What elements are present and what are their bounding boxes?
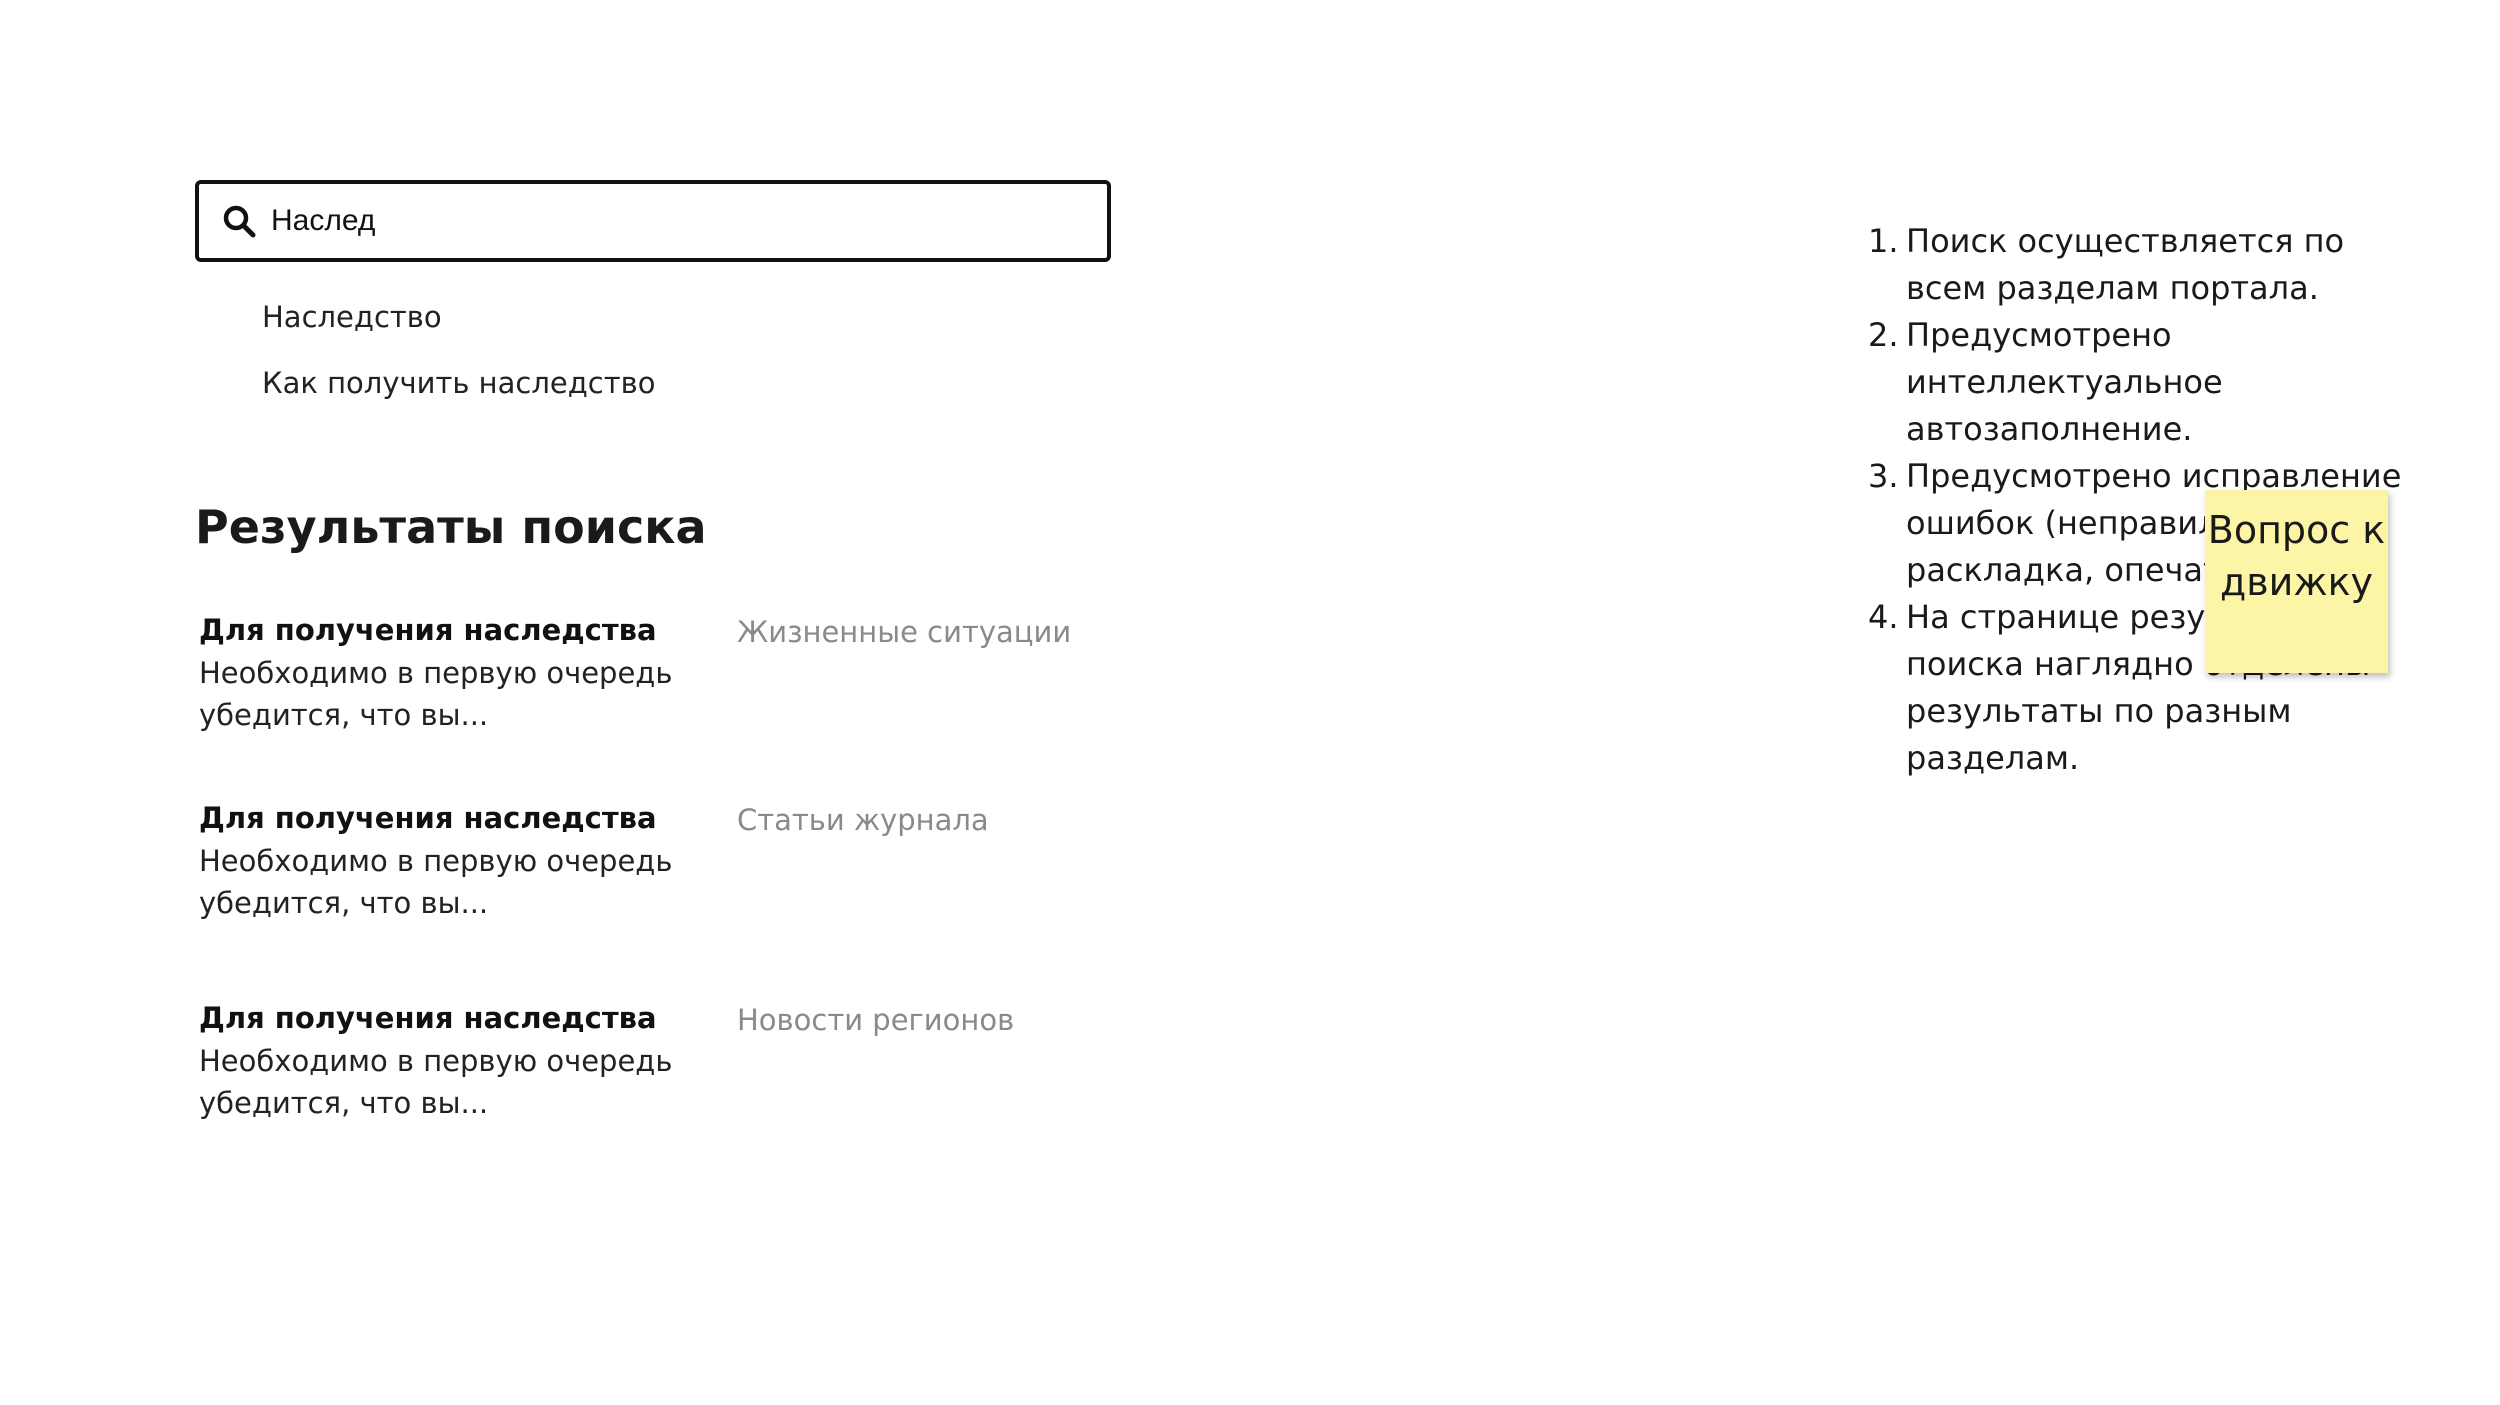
note-item: 2. Предусмотрено интеллектуальное автоза… <box>1868 312 2428 453</box>
note-text: Поиск осуществляется по всем разделам по… <box>1906 222 2345 307</box>
suggestion-item[interactable]: Как получить наследство <box>262 358 655 424</box>
search-box[interactable] <box>195 180 1111 262</box>
results-heading: Результаты поиска <box>195 500 707 554</box>
search-icon <box>219 201 259 241</box>
result-snippet: Необходимо в первую очередь убедится, чт… <box>199 1044 673 1120</box>
autocomplete-suggestions: Наследство Как получить наследство <box>262 292 655 424</box>
note-number: 1. <box>1868 222 1899 260</box>
search-result: Для получения наследства Необходимо в пе… <box>199 610 1099 750</box>
search-input[interactable] <box>271 204 1051 238</box>
note-number: 3. <box>1868 457 1899 495</box>
result-category: Новости регионов <box>737 1003 1015 1037</box>
search-result: Для получения наследства Необходимо в пе… <box>199 998 1099 1138</box>
suggestion-item[interactable]: Наследство <box>262 292 655 358</box>
result-category: Жизненные ситуации <box>737 615 1072 649</box>
note-text: Предусмотрено интеллектуальное автозапол… <box>1906 316 2223 448</box>
result-snippet: Необходимо в первую очередь убедится, чт… <box>199 844 673 920</box>
result-title[interactable]: Для получения наследства <box>199 798 657 838</box>
result-snippet: Необходимо в первую очередь убедится, чт… <box>199 656 673 732</box>
result-category: Статьи журнала <box>737 803 989 837</box>
note-item: 1. Поиск осуществляется по всем разделам… <box>1868 218 2428 312</box>
result-title[interactable]: Для получения наследства <box>199 610 657 650</box>
note-number: 2. <box>1868 316 1899 354</box>
note-number: 4. <box>1868 598 1899 636</box>
search-result: Для получения наследства Необходимо в пе… <box>199 798 1099 938</box>
sticky-note[interactable]: Вопрос к движку <box>2205 490 2388 673</box>
result-title[interactable]: Для получения наследства <box>199 998 657 1038</box>
